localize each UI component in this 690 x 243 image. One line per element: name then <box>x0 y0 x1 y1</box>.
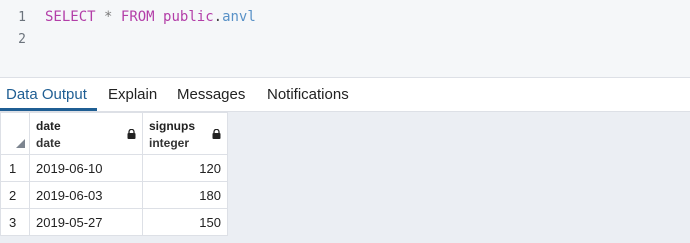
lock-icon <box>212 129 221 139</box>
column-name: signups <box>149 119 196 133</box>
star-operator: * <box>104 9 113 25</box>
lock-icon <box>127 129 136 139</box>
row-number[interactable]: 2 <box>0 181 30 209</box>
data-grid: date date signups integer 1 2019-06-10 1… <box>0 112 228 236</box>
table-row[interactable]: 1 2019-06-10 120 <box>0 154 228 182</box>
schema-name: public <box>163 9 214 25</box>
line-number-gutter: 1 2 <box>0 0 36 77</box>
query-text[interactable]: SELECT * FROM public.anvl <box>45 9 256 25</box>
row-number[interactable]: 1 <box>0 154 30 182</box>
column-type: integer <box>149 136 190 150</box>
select-all-corner[interactable] <box>0 112 30 155</box>
sql-editor[interactable]: 1 2 SELECT * FROM public.anvl <box>0 0 690 78</box>
keyword-select: SELECT <box>45 9 96 25</box>
dot-separator: . <box>213 9 223 25</box>
cell-signups[interactable]: 150 <box>142 208 228 236</box>
column-type: date <box>36 136 61 150</box>
cell-signups[interactable]: 120 <box>142 154 228 182</box>
active-tab-indicator <box>0 108 97 111</box>
cell-date[interactable]: 2019-06-03 <box>29 181 143 209</box>
table-row[interactable]: 2 2019-06-03 180 <box>0 181 228 209</box>
keyword-from: FROM <box>120 9 155 25</box>
line-number: 2 <box>18 32 26 47</box>
column-header-date[interactable]: date date <box>29 112 143 155</box>
data-grid-area: date date signups integer 1 2019-06-10 1… <box>0 112 690 243</box>
column-header-signups[interactable]: signups integer <box>142 112 228 155</box>
tab-messages[interactable]: Messages <box>177 86 245 103</box>
table-row[interactable]: 3 2019-05-27 150 <box>0 208 228 236</box>
table-name: anvl <box>222 9 256 25</box>
cell-date[interactable]: 2019-05-27 <box>29 208 143 236</box>
cell-signups[interactable]: 180 <box>142 181 228 209</box>
tab-data-output[interactable]: Data Output <box>6 86 87 103</box>
output-tabs: Data Output Explain Messages Notificatio… <box>0 78 690 112</box>
row-number[interactable]: 3 <box>0 208 30 236</box>
corner-triangle-icon <box>16 139 25 148</box>
line-number: 1 <box>18 10 26 25</box>
column-name: date <box>36 119 61 133</box>
cell-date[interactable]: 2019-06-10 <box>29 154 143 182</box>
tab-explain[interactable]: Explain <box>108 86 157 103</box>
tab-notifications[interactable]: Notifications <box>267 86 349 103</box>
